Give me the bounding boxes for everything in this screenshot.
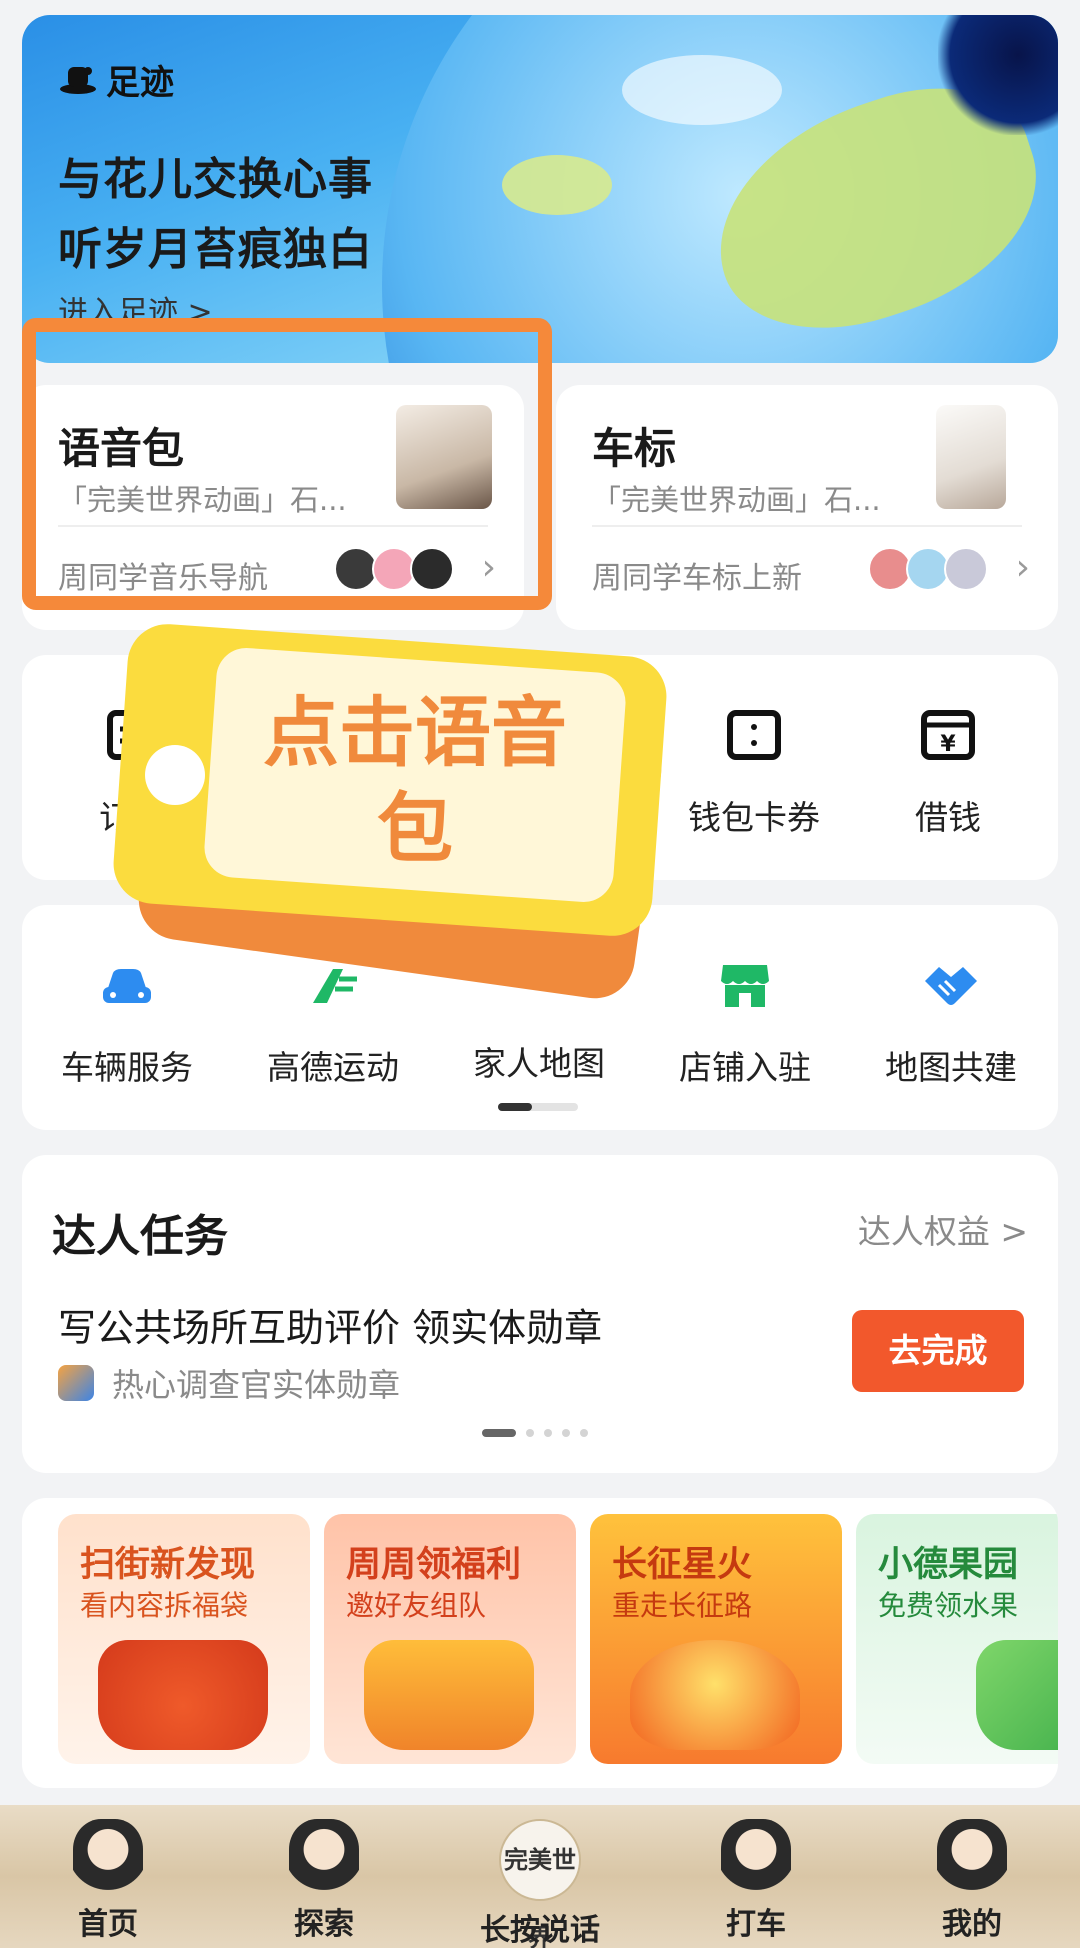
- orchard-illustration: [976, 1640, 1058, 1750]
- lucky-bag-illustration: [98, 1640, 268, 1750]
- promo-title: 周周领福利: [346, 1545, 522, 1585]
- cloud-decoration: [622, 55, 782, 125]
- voice-pack-highlight-box: [22, 318, 552, 610]
- promo-card[interactable]: 长征星火 重走长征路: [590, 1514, 842, 1764]
- hero-headline-2: 听岁月苔痕独白: [58, 224, 373, 275]
- tab-voice-talk[interactable]: 完美世界 长按说话: [470, 1819, 610, 1948]
- home-avatar-icon: [73, 1819, 143, 1895]
- tab-label: 首页: [78, 1907, 138, 1942]
- service-label: 钱包卡券: [688, 798, 820, 837]
- footprint-hat-icon: [60, 66, 96, 94]
- tab-mine[interactable]: 我的: [902, 1819, 1042, 1943]
- car-logo-card[interactable]: 车标 「完美世界动画」石... 周同学车标上新 ›: [556, 385, 1058, 630]
- service-label: 车辆服务: [61, 1048, 193, 1087]
- promo-carousel[interactable]: 扫街新发现 看内容拆福袋 周周领福利 邀好友组队 长征星火 重走长征路 小德果园…: [22, 1498, 1058, 1788]
- car-logo-thumbnail: [936, 405, 1006, 509]
- task-reward-label: 热心调查官实体勋章: [112, 1366, 401, 1404]
- svg-text:¥: ¥: [940, 732, 956, 757]
- gift-box-illustration: [364, 1640, 534, 1750]
- service-loan[interactable]: ¥ 借钱: [858, 705, 1038, 839]
- tab-taxi[interactable]: 打车: [686, 1819, 826, 1943]
- car-logo-subtitle: 「完美世界动画」石...: [592, 483, 881, 517]
- promo-card[interactable]: 扫街新发现 看内容拆福袋: [58, 1514, 310, 1764]
- promo-title: 长征星火: [612, 1545, 753, 1585]
- wallet-card-icon: [727, 710, 781, 760]
- car-logo-footer: 周同学车标上新: [592, 561, 802, 596]
- service-map-build[interactable]: 地图共建: [861, 955, 1041, 1089]
- go-complete-button[interactable]: 去完成: [852, 1310, 1024, 1392]
- handshake-icon: [925, 967, 977, 1005]
- tab-explore[interactable]: 探索: [254, 1819, 394, 1943]
- task-heading: 达人任务: [52, 1211, 228, 1262]
- tab-home[interactable]: 首页: [38, 1819, 178, 1943]
- island-decoration: [502, 155, 612, 215]
- tab-label: 我的: [942, 1907, 1002, 1942]
- promo-subtitle: 重走长征路: [612, 1589, 753, 1622]
- sticker-hole: [145, 745, 205, 805]
- expert-benefits-link[interactable]: 达人权益 >: [858, 1205, 1028, 1253]
- explore-avatar-icon: [289, 1819, 359, 1895]
- promo-subtitle: 看内容拆福袋: [80, 1589, 249, 1622]
- loan-icon: ¥: [921, 710, 975, 760]
- task-reward: 热心调查官实体勋章: [58, 1360, 400, 1406]
- space-decoration: [938, 15, 1058, 135]
- task-title: 写公共场所互助评价 领实体勋章: [58, 1306, 603, 1350]
- promo-title: 扫街新发现: [80, 1545, 256, 1585]
- sticker-text: 点击语音包: [263, 688, 567, 873]
- task-page-indicator: [482, 1429, 588, 1437]
- car-logo-title: 车标: [592, 424, 677, 473]
- promo-card[interactable]: 周周领福利 邀好友组队: [324, 1514, 576, 1764]
- service-label: 借钱: [915, 798, 981, 837]
- promo-subtitle: 免费领水果: [878, 1589, 1019, 1622]
- service-label: 店铺入驻: [679, 1048, 811, 1087]
- flame-illustration: [630, 1640, 800, 1750]
- service-shop[interactable]: 店铺入驻: [655, 955, 835, 1089]
- avatar: [944, 547, 988, 591]
- medal-icon: [58, 1365, 94, 1401]
- footprint-banner[interactable]: 足迹 与花儿交换心事 听岁月苔痕独白 进入足迹 >: [22, 15, 1058, 363]
- service-wallet-cards[interactable]: 钱包卡券: [664, 705, 844, 839]
- footprint-tag-label: 足迹: [106, 63, 174, 103]
- chevron-right-icon[interactable]: ›: [1016, 547, 1030, 588]
- mine-avatar-icon: [937, 1819, 1007, 1895]
- page-indicator: [498, 1103, 578, 1111]
- divider: [592, 525, 1022, 527]
- service-label: 高德运动: [267, 1048, 399, 1087]
- shop-icon: [721, 965, 769, 1007]
- promo-title: 小德果园: [878, 1545, 1019, 1585]
- service-label: 地图共建: [885, 1048, 1017, 1087]
- tab-label: 打车: [726, 1907, 786, 1942]
- footprint-tag: 足迹: [58, 55, 174, 104]
- taxi-avatar-icon: [721, 1819, 791, 1895]
- voice-center-icon: 完美世界: [499, 1819, 581, 1948]
- expert-task-card: 达人任务 达人权益 > 写公共场所互助评价 领实体勋章 热心调查官实体勋章 去完…: [22, 1155, 1058, 1473]
- tab-label: 探索: [294, 1907, 354, 1942]
- service-label: 家人地图: [473, 1044, 605, 1083]
- promo-subtitle: 邀好友组队: [346, 1589, 487, 1622]
- user-avatars: [868, 547, 988, 591]
- promo-card[interactable]: 小德果园 免费领水果: [856, 1514, 1058, 1764]
- tab-label: 长按说话: [480, 1913, 600, 1948]
- tap-voice-pack-sticker: 点击语音包: [100, 621, 680, 1010]
- bottom-tab-bar: 首页 探索 完美世界 长按说话 打车 我的: [0, 1805, 1080, 1948]
- hero-headline-1: 与花儿交换心事: [58, 154, 373, 205]
